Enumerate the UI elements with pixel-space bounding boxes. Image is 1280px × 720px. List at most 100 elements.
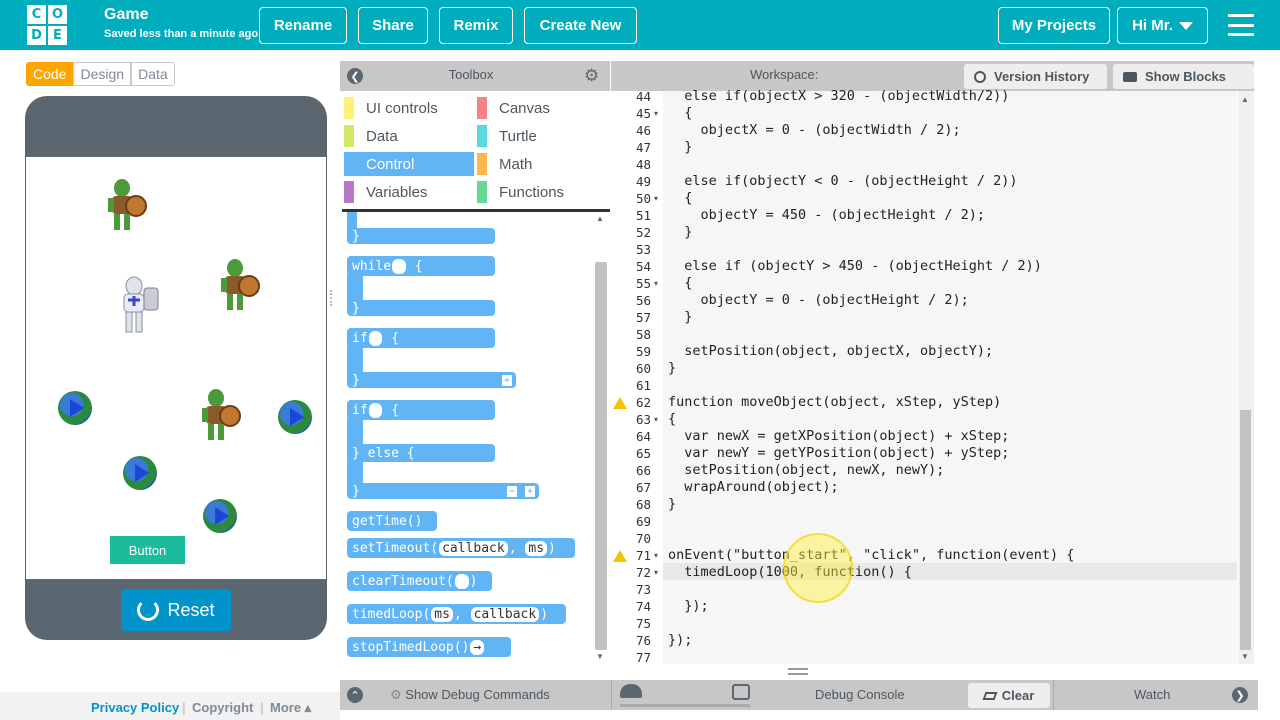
- code-line[interactable]: {: [668, 190, 692, 207]
- line-number[interactable]: 63: [611, 411, 651, 428]
- scroll-up-icon[interactable]: ▲: [1241, 95, 1249, 104]
- code-line[interactable]: }: [668, 309, 692, 326]
- code-line[interactable]: function moveObject(object, xStep, yStep…: [668, 394, 1001, 411]
- gear-icon[interactable]: ⚙: [584, 67, 599, 84]
- block-slot[interactable]: →: [470, 639, 485, 655]
- reset-button[interactable]: Reset: [121, 589, 231, 631]
- user-menu-button[interactable]: Hi Mr.: [1117, 7, 1208, 44]
- code-line[interactable]: objectX = 0 - (objectWidth / 2);: [668, 122, 961, 139]
- category-canvas[interactable]: Canvas: [477, 96, 607, 120]
- earth-sprite[interactable]: [58, 391, 92, 425]
- line-number[interactable]: 57: [611, 309, 651, 326]
- line-number[interactable]: 55: [611, 275, 651, 292]
- category-data[interactable]: Data: [344, 124, 474, 148]
- getTime-block[interactable]: getTime(): [347, 511, 437, 531]
- line-number[interactable]: 51: [611, 207, 651, 224]
- code-line[interactable]: }: [668, 496, 676, 513]
- toolbox-scrollbar[interactable]: [595, 262, 607, 650]
- panel-resize-handle[interactable]: [330, 290, 334, 306]
- line-number[interactable]: 52: [611, 224, 651, 241]
- line-number[interactable]: 75: [611, 615, 651, 632]
- code-line[interactable]: else if (objectY > 450 - (objectHeight /…: [668, 258, 1042, 275]
- my-projects-button[interactable]: My Projects: [998, 7, 1110, 44]
- line-number[interactable]: 70: [611, 530, 651, 547]
- clearTimeout-block[interactable]: clearTimeout( ): [347, 571, 492, 591]
- orc-sprite[interactable]: [209, 256, 261, 314]
- block-slot[interactable]: [454, 573, 469, 589]
- code-line[interactable]: });: [668, 632, 692, 649]
- line-number[interactable]: 61: [611, 377, 651, 394]
- code-line[interactable]: wrapAround(object);: [668, 479, 838, 496]
- hamburger-menu-icon[interactable]: [1228, 14, 1254, 36]
- knight-sprite[interactable]: [110, 274, 162, 336]
- line-number[interactable]: 67: [611, 479, 651, 496]
- line-number[interactable]: 58: [611, 326, 651, 343]
- line-number[interactable]: 60: [611, 360, 651, 377]
- code-line[interactable]: objectY = 450 - (objectHeight / 2);: [668, 207, 985, 224]
- category-math[interactable]: Math: [477, 152, 607, 176]
- line-number[interactable]: 44: [611, 88, 651, 105]
- line-number[interactable]: 56: [611, 292, 651, 309]
- workspace-scroll-thumb[interactable]: [1240, 410, 1251, 650]
- block-param[interactable]: ms: [431, 606, 453, 622]
- warning-icon[interactable]: [613, 397, 627, 409]
- share-button[interactable]: Share: [358, 7, 428, 44]
- block-slot[interactable]: [368, 330, 383, 346]
- setTimeout-block[interactable]: setTimeout(callback, ms): [347, 538, 575, 558]
- fold-toggle-icon[interactable]: ▾: [654, 547, 658, 564]
- line-number[interactable]: 45: [611, 105, 651, 122]
- category-ui-controls[interactable]: UI controls: [344, 96, 474, 120]
- app-start-button[interactable]: Button: [110, 536, 185, 564]
- fold-toggle-icon[interactable]: ▾: [654, 105, 658, 122]
- line-number[interactable]: 74: [611, 598, 651, 615]
- fold-toggle-icon[interactable]: ▾: [654, 190, 658, 207]
- earth-sprite[interactable]: [123, 456, 157, 490]
- code-line[interactable]: objectY = 0 - (objectHeight / 2);: [668, 292, 969, 309]
- privacy-policy-link[interactable]: Privacy Policy: [91, 700, 179, 715]
- remix-button[interactable]: Remix: [439, 7, 513, 44]
- line-number[interactable]: 68: [611, 496, 651, 513]
- stopTimedLoop-block[interactable]: stopTimedLoop() →: [347, 637, 511, 657]
- code-line[interactable]: }: [668, 360, 676, 377]
- line-number[interactable]: 72: [611, 564, 651, 581]
- line-number[interactable]: 65: [611, 445, 651, 462]
- code-line[interactable]: var newX = getXPosition(object) + xStep;: [668, 428, 1009, 445]
- more-link[interactable]: More ▴: [270, 700, 311, 716]
- line-number[interactable]: 47: [611, 139, 651, 156]
- show-blocks-button[interactable]: Show Blocks: [1113, 64, 1254, 89]
- orc-sprite[interactable]: [96, 176, 148, 234]
- warning-icon[interactable]: [613, 550, 627, 562]
- code-line[interactable]: {: [668, 275, 692, 292]
- code-line[interactable]: else if(objectY < 0 - (objectHeight / 2)…: [668, 173, 1017, 190]
- orc-sprite[interactable]: [190, 386, 242, 444]
- code-line[interactable]: {: [668, 105, 692, 122]
- line-number[interactable]: 66: [611, 462, 651, 479]
- copyright-link[interactable]: Copyright: [192, 700, 253, 715]
- create-new-button[interactable]: Create New: [524, 7, 637, 44]
- app-screen[interactable]: [26, 157, 326, 579]
- block-param[interactable]: callback: [439, 540, 508, 556]
- expand-watch-icon[interactable]: ❯: [1232, 687, 1248, 703]
- while-block[interactable]: while {: [347, 256, 495, 276]
- expand-debug-icon[interactable]: ⌃: [347, 687, 363, 703]
- add-else-icon[interactable]: +: [501, 374, 512, 386]
- line-number[interactable]: 46: [611, 122, 651, 139]
- speed-slider-track[interactable]: [620, 704, 750, 707]
- tab-design[interactable]: Design: [73, 62, 132, 86]
- code-line[interactable]: onEvent("button_start", "click", functio…: [668, 547, 1074, 564]
- fold-toggle-icon[interactable]: ▾: [654, 411, 658, 428]
- line-number[interactable]: 73: [611, 581, 651, 598]
- earth-sprite[interactable]: [203, 499, 237, 533]
- timedLoop-block[interactable]: timedLoop(ms, callback): [347, 604, 566, 624]
- rename-button[interactable]: Rename: [259, 7, 347, 44]
- show-debug-commands-toggle[interactable]: ⚙ Show Debug Commands: [390, 687, 550, 703]
- code-line[interactable]: else if(objectX > 320 - (objectWidth/2)): [668, 88, 1009, 105]
- code-line[interactable]: setPosition(object, newX, newY);: [668, 462, 944, 479]
- category-variables[interactable]: Variables: [344, 180, 474, 204]
- line-number[interactable]: 59: [611, 343, 651, 360]
- block-param[interactable]: ms: [525, 540, 548, 556]
- code-line[interactable]: var newY = getYPosition(object) + yStep;: [668, 445, 1009, 462]
- category-control[interactable]: Control: [344, 152, 474, 176]
- line-number[interactable]: 48: [611, 156, 651, 173]
- scroll-down-icon[interactable]: ▼: [1241, 652, 1249, 661]
